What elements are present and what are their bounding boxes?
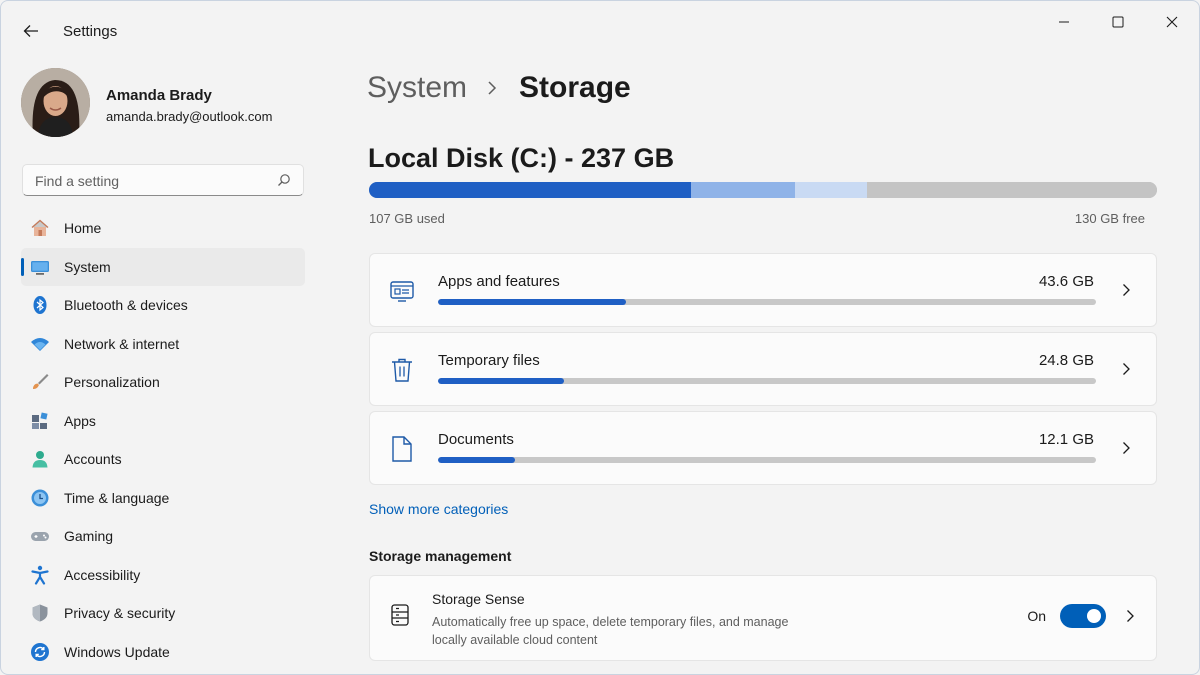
profile-name: Amanda Brady	[106, 87, 212, 104]
avatar-photo	[21, 68, 90, 137]
sidebar-item-label: Time & language	[64, 489, 170, 506]
sidebar-item-label: Personalization	[64, 374, 160, 391]
disk-segment-temp	[690, 182, 795, 198]
shield-icon	[30, 603, 50, 623]
brush-icon	[30, 372, 50, 392]
apps-icon	[30, 411, 50, 431]
settings-window: Settings Amanda Brady amanda.brady@outlo…	[0, 0, 1200, 675]
storage-sense-title: Storage Sense	[432, 591, 525, 607]
category-size: 12.1 GB	[1038, 431, 1094, 448]
profile-email: amanda.brady@outlook.com	[106, 109, 273, 124]
search-icon[interactable]	[277, 173, 291, 187]
sidebar-item-label: Gaming	[64, 528, 114, 545]
sidebar-item-accessibility[interactable]: Accessibility	[21, 556, 305, 595]
sidebar-item-label: Accessibility	[64, 566, 141, 583]
disk-usage-bar	[369, 182, 1157, 198]
disk-segment-free	[867, 182, 1157, 198]
category-temporary-files[interactable]: Temporary files 24.8 GB	[369, 332, 1157, 406]
storage-sense-card[interactable]: Storage Sense Automatically free up spac…	[369, 575, 1157, 661]
category-label: Documents	[438, 431, 514, 448]
page-title: Storage	[519, 71, 631, 104]
breadcrumb-parent[interactable]: System	[367, 71, 467, 105]
category-usage-bar	[438, 378, 1096, 384]
trash-icon	[388, 355, 416, 385]
toggle-state-label: On	[1027, 608, 1046, 624]
category-documents[interactable]: Documents 12.1 GB	[369, 411, 1157, 485]
back-arrow-icon	[23, 25, 38, 37]
clock-globe-icon	[30, 488, 50, 508]
disk-used-label: 107 GB used	[369, 211, 445, 226]
sidebar-item-home[interactable]: Home	[21, 209, 305, 248]
disk-free-label: 130 GB free	[1074, 211, 1145, 226]
bluetooth-icon	[30, 295, 50, 315]
sidebar-item-label: Network & internet	[64, 335, 180, 352]
maximize-icon	[1112, 16, 1124, 28]
category-usage-fill	[438, 457, 515, 463]
search-input[interactable]: Find a setting	[22, 164, 304, 196]
sidebar-item-apps[interactable]: Apps	[21, 402, 305, 441]
sidebar-item-bluetooth[interactable]: Bluetooth & devices	[21, 286, 305, 325]
sidebar-item-label: Apps	[64, 412, 96, 429]
category-usage-bar	[438, 299, 1096, 305]
breadcrumb: System Storage	[367, 71, 631, 105]
title-bar: Settings	[1, 1, 1199, 61]
chevron-right-icon	[1120, 440, 1132, 456]
home-icon	[30, 218, 50, 238]
storage-drive-icon	[388, 602, 412, 628]
disk-segment-apps	[369, 182, 691, 198]
sidebar-item-label: System	[64, 258, 111, 275]
close-icon	[1166, 16, 1178, 28]
storage-management-header: Storage management	[369, 548, 512, 564]
sidebar-item-label: Accounts	[64, 451, 122, 468]
close-button[interactable]	[1149, 9, 1195, 35]
sidebar-item-personalization[interactable]: Personalization	[21, 363, 305, 402]
disk-title: Local Disk (C:) - 237 GB	[368, 143, 675, 173]
minimize-icon	[1059, 21, 1069, 23]
category-usage-bar	[438, 457, 1096, 463]
sidebar-item-label: Privacy & security	[64, 605, 176, 622]
avatar[interactable]	[21, 68, 90, 137]
category-label: Apps and features	[438, 273, 560, 290]
storage-sense-toggle[interactable]	[1060, 604, 1106, 628]
sidebar-item-time-language[interactable]: Time & language	[21, 479, 305, 518]
category-usage-fill	[438, 299, 626, 305]
disk-segment-docs	[794, 182, 867, 198]
sidebar-item-windows-update[interactable]: Windows Update	[21, 633, 305, 672]
category-apps-features[interactable]: Apps and features 43.6 GB	[369, 253, 1157, 327]
chevron-right-icon	[1120, 361, 1132, 377]
accounts-icon	[30, 449, 50, 469]
minimize-button[interactable]	[1041, 9, 1087, 35]
sidebar-item-label: Bluetooth & devices	[64, 297, 188, 314]
toggle-knob	[1087, 609, 1101, 623]
wifi-icon	[30, 334, 50, 354]
active-indicator	[21, 257, 24, 276]
sidebar-item-gaming[interactable]: Gaming	[21, 517, 305, 556]
search-placeholder: Find a setting	[35, 173, 120, 189]
apps-features-icon	[388, 276, 416, 306]
breadcrumb-separator-icon	[487, 80, 497, 96]
document-icon	[388, 434, 416, 464]
storage-sense-description: Automatically free up space, delete temp…	[432, 615, 789, 647]
app-title: Settings	[63, 23, 118, 40]
sidebar-item-privacy-security[interactable]: Privacy & security	[21, 594, 305, 633]
show-more-categories-link[interactable]: Show more categories	[369, 501, 508, 517]
category-size: 24.8 GB	[1038, 352, 1094, 369]
system-icon	[30, 257, 50, 277]
back-button[interactable]	[17, 19, 45, 43]
sidebar-nav: Home System Bluetooth & devices Network …	[21, 209, 305, 671]
category-label: Temporary files	[438, 352, 540, 369]
sidebar-item-label: Home	[64, 220, 102, 237]
maximize-button[interactable]	[1095, 9, 1141, 35]
chevron-right-icon	[1120, 282, 1132, 298]
update-icon	[30, 642, 50, 662]
sidebar-item-label: Windows Update	[64, 643, 170, 660]
sidebar-item-network[interactable]: Network & internet	[21, 325, 305, 364]
category-usage-fill	[438, 378, 565, 384]
sidebar-item-system[interactable]: System	[21, 247, 305, 286]
sidebar-item-accounts[interactable]: Accounts	[21, 440, 305, 479]
gamepad-icon	[30, 526, 50, 546]
accessibility-icon	[30, 565, 50, 585]
chevron-right-icon[interactable]	[1124, 608, 1136, 624]
category-size: 43.6 GB	[1038, 273, 1094, 290]
